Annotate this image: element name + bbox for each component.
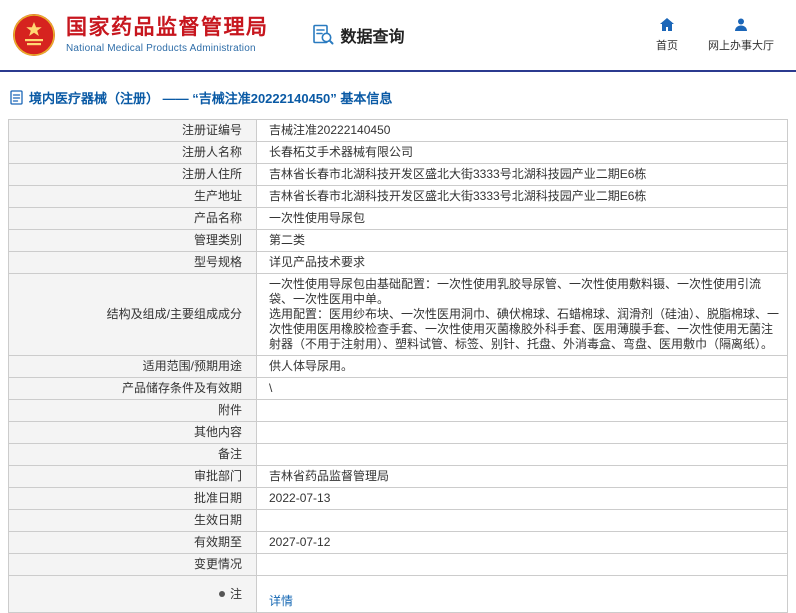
table-row: 注册人名称 长春柘艾手术器械有限公司 bbox=[9, 142, 788, 164]
field-label: 其他内容 bbox=[9, 422, 257, 444]
table-row: 注册证编号 吉械注准20222140450 bbox=[9, 120, 788, 142]
table-row: 产品储存条件及有效期 \ bbox=[9, 378, 788, 400]
table-row: 附件 bbox=[9, 400, 788, 422]
field-value bbox=[257, 554, 788, 576]
field-label: 批准日期 bbox=[9, 488, 257, 510]
table-row: 其他内容 bbox=[9, 422, 788, 444]
table-row: 有效期至 2027-07-12 bbox=[9, 532, 788, 554]
field-label: 注 bbox=[9, 576, 257, 613]
field-value bbox=[257, 510, 788, 532]
field-value bbox=[257, 400, 788, 422]
agency-name-cn: 国家药品监督管理局 bbox=[66, 16, 269, 40]
field-label: 生效日期 bbox=[9, 510, 257, 532]
registration-info-table: 注册证编号 吉械注准20222140450 注册人名称 长春柘艾手术器械有限公司… bbox=[8, 119, 788, 613]
nav-item-label: 首页 bbox=[656, 37, 678, 53]
field-label: 变更情况 bbox=[9, 554, 257, 576]
field-value: 详见产品技术要求 bbox=[257, 252, 788, 274]
field-value: 2022-07-13 bbox=[257, 488, 788, 510]
agency-name: 国家药品监督管理局 National Medical Products Admi… bbox=[66, 16, 269, 55]
national-emblem-icon bbox=[12, 13, 56, 57]
table-row: 产品名称 一次性使用导尿包 bbox=[9, 208, 788, 230]
note-label: 注 bbox=[230, 587, 242, 601]
content-area: 境内医疗器械（注册） —— “吉械注准20222140450” 基本信息 注册证… bbox=[0, 72, 796, 613]
page-title: 境内医疗器械（注册） —— “吉械注准20222140450” 基本信息 bbox=[10, 88, 788, 107]
nav-item-label: 网上办事大厅 bbox=[708, 37, 774, 53]
data-query-section[interactable]: 数据查询 bbox=[311, 23, 405, 47]
document-icon bbox=[10, 90, 23, 105]
agency-logo: 国家药品监督管理局 National Medical Products Admi… bbox=[12, 13, 269, 57]
agency-name-en: National Medical Products Administration bbox=[66, 43, 269, 55]
field-label: 有效期至 bbox=[9, 532, 257, 554]
home-icon bbox=[659, 17, 675, 33]
field-label: 注册证编号 bbox=[9, 120, 257, 142]
header-nav: 首页 网上办事大厅 bbox=[656, 17, 780, 53]
table-row: 变更情况 bbox=[9, 554, 788, 576]
table-row: 管理类别 第二类 bbox=[9, 230, 788, 252]
field-label: 结构及组成/主要组成成分 bbox=[9, 274, 257, 356]
table-row: 生效日期 bbox=[9, 510, 788, 532]
field-value: \ bbox=[257, 378, 788, 400]
field-label: 产品储存条件及有效期 bbox=[9, 378, 257, 400]
table-row-note: 注 详情 bbox=[9, 576, 788, 613]
nav-item-home[interactable]: 首页 bbox=[656, 17, 678, 53]
site-header: 国家药品监督管理局 National Medical Products Admi… bbox=[0, 0, 796, 70]
nav-item-service-hall[interactable]: 网上办事大厅 bbox=[708, 17, 774, 53]
table-row: 结构及组成/主要组成成分 一次性使用导尿包由基础配置：一次性使用乳胶导尿管、一次… bbox=[9, 274, 788, 356]
table-row: 批准日期 2022-07-13 bbox=[9, 488, 788, 510]
field-value bbox=[257, 422, 788, 444]
table-row: 备注 bbox=[9, 444, 788, 466]
field-value: 一次性使用导尿包 bbox=[257, 208, 788, 230]
data-query-label: 数据查询 bbox=[341, 23, 405, 47]
field-value bbox=[257, 444, 788, 466]
field-value: 一次性使用导尿包由基础配置：一次性使用乳胶导尿管、一次性使用敷料镊、一次性使用引… bbox=[257, 274, 788, 356]
field-value: 详情 bbox=[257, 576, 788, 613]
document-search-icon bbox=[311, 23, 335, 47]
field-label: 注册人名称 bbox=[9, 142, 257, 164]
field-value: 长春柘艾手术器械有限公司 bbox=[257, 142, 788, 164]
field-value: 吉林省长春市北湖科技开发区盛北大街3333号北湖科技园产业二期E6栋 bbox=[257, 164, 788, 186]
field-label: 产品名称 bbox=[9, 208, 257, 230]
note-bullet-icon bbox=[219, 591, 225, 597]
field-label: 型号规格 bbox=[9, 252, 257, 274]
field-label: 管理类别 bbox=[9, 230, 257, 252]
field-value: 供人体导尿用。 bbox=[257, 356, 788, 378]
field-label: 注册人住所 bbox=[9, 164, 257, 186]
person-icon bbox=[733, 17, 749, 33]
field-label: 生产地址 bbox=[9, 186, 257, 208]
field-value: 第二类 bbox=[257, 230, 788, 252]
page-title-text: 境内医疗器械（注册） —— “吉械注准20222140450” 基本信息 bbox=[29, 88, 392, 107]
field-value: 吉林省药品监督管理局 bbox=[257, 466, 788, 488]
field-value: 吉林省长春市北湖科技开发区盛北大街3333号北湖科技园产业二期E6栋 bbox=[257, 186, 788, 208]
field-label: 附件 bbox=[9, 400, 257, 422]
table-row: 适用范围/预期用途 供人体导尿用。 bbox=[9, 356, 788, 378]
field-label: 备注 bbox=[9, 444, 257, 466]
field-label: 适用范围/预期用途 bbox=[9, 356, 257, 378]
table-row: 生产地址 吉林省长春市北湖科技开发区盛北大街3333号北湖科技园产业二期E6栋 bbox=[9, 186, 788, 208]
table-row: 审批部门 吉林省药品监督管理局 bbox=[9, 466, 788, 488]
field-value: 吉械注准20222140450 bbox=[257, 120, 788, 142]
detail-link[interactable]: 详情 bbox=[269, 594, 293, 608]
field-label: 审批部门 bbox=[9, 466, 257, 488]
table-row: 型号规格 详见产品技术要求 bbox=[9, 252, 788, 274]
field-value: 2027-07-12 bbox=[257, 532, 788, 554]
table-row: 注册人住所 吉林省长春市北湖科技开发区盛北大街3333号北湖科技园产业二期E6栋 bbox=[9, 164, 788, 186]
